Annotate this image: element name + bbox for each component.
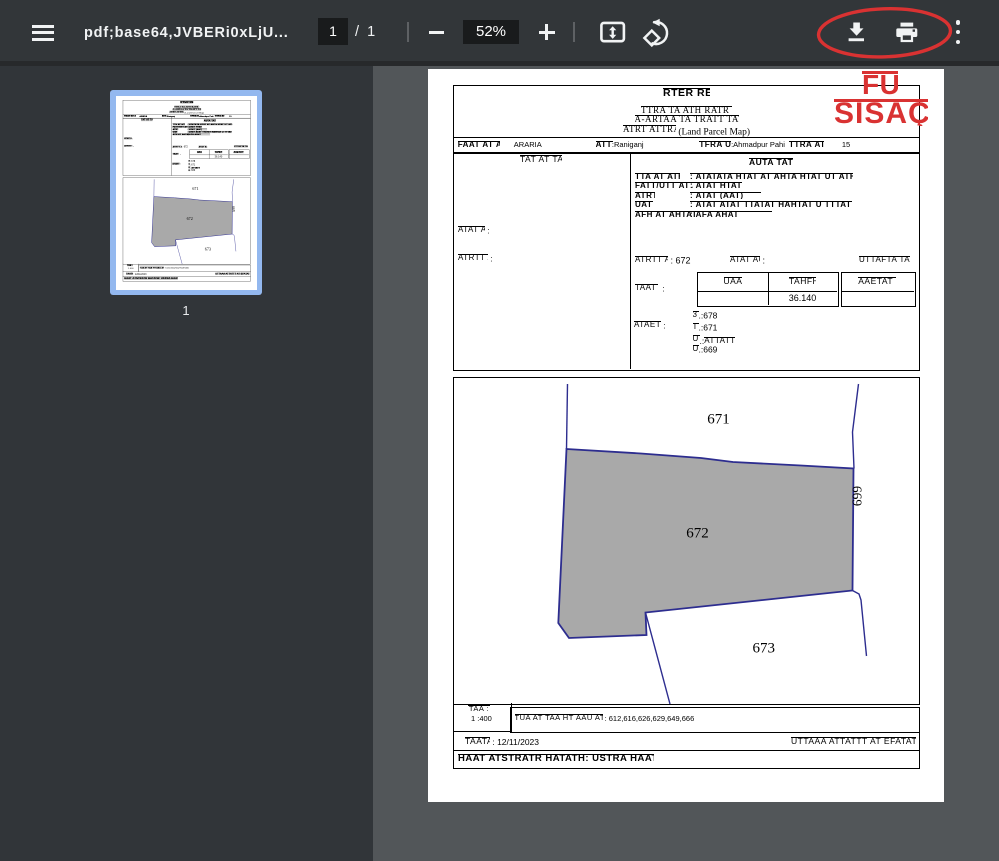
svg-text:672: 672 <box>686 526 709 542</box>
svg-text:669: 669 <box>849 486 864 507</box>
svg-text:671: 671 <box>707 412 730 428</box>
svg-text:669: 669 <box>231 206 235 212</box>
svg-text:673: 673 <box>753 641 776 657</box>
svg-text:673: 673 <box>205 247 211 252</box>
svg-text:671: 671 <box>192 186 198 191</box>
svg-text:672: 672 <box>187 216 193 221</box>
